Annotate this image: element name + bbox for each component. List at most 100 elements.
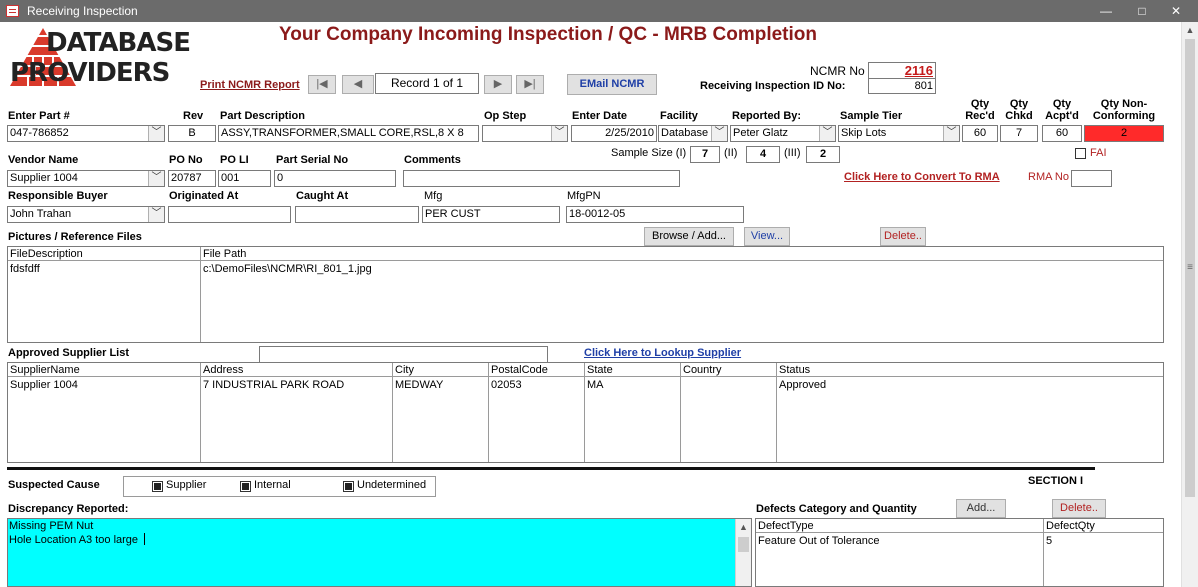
po-label: PO No bbox=[169, 154, 203, 166]
qty-chkd-field[interactable]: 7 bbox=[1000, 125, 1038, 142]
defects-cell-type[interactable]: Feature Out of Tolerance bbox=[756, 534, 1042, 548]
email-ncmr-button[interactable]: EMail NCMR bbox=[567, 74, 657, 95]
supplier-cell-address[interactable]: 7 INDUSTRIAL PARK ROAD bbox=[201, 378, 392, 392]
browse-add-button[interactable]: Browse / Add... bbox=[644, 227, 734, 246]
sample-size-label: Sample Size (I) bbox=[611, 147, 687, 159]
comments-label: Comments bbox=[404, 154, 461, 166]
qty-nonconforming-field[interactable]: 2 bbox=[1084, 125, 1164, 142]
qty-recd-field[interactable]: 60 bbox=[962, 125, 998, 142]
qty-recd-label: Qty Rec'd bbox=[965, 98, 995, 122]
add-defect-button[interactable]: Add... bbox=[956, 499, 1006, 518]
scroll-up-icon[interactable]: ▲ bbox=[736, 519, 751, 535]
vendor-combo[interactable]: Supplier 1004 ﹀ bbox=[7, 170, 165, 187]
form-scrollbar[interactable]: ▲ ≡ bbox=[1181, 22, 1198, 587]
fai-label: FAI bbox=[1090, 147, 1107, 159]
description-field[interactable]: ASSY,TRANSFORMER,SMALL CORE,RSL,8 X 8 bbox=[218, 125, 479, 142]
po-field[interactable]: 20787 bbox=[168, 170, 216, 187]
reported-by-label: Reported By: bbox=[732, 110, 802, 122]
convert-rma-link[interactable]: Click Here to Convert To RMA bbox=[844, 171, 1000, 183]
supplier-cell-city[interactable]: MEDWAY bbox=[393, 378, 488, 392]
files-cell-path[interactable]: c:\DemoFiles\NCMR\RI_801_1.jpg bbox=[201, 262, 1101, 276]
cause-undetermined-label: Undetermined bbox=[357, 479, 427, 491]
serial-label: Part Serial No bbox=[276, 154, 349, 166]
supplier-header-name: SupplierName bbox=[10, 364, 80, 376]
mfgpn-field[interactable]: 18-0012-05 bbox=[566, 206, 744, 223]
vendor-label: Vendor Name bbox=[8, 154, 79, 166]
supplier-cell-postal[interactable]: 02053 bbox=[489, 378, 584, 392]
defects-cell-qty[interactable]: 5 bbox=[1044, 534, 1154, 548]
cause-internal-label: Internal bbox=[254, 479, 291, 491]
lookup-supplier-link[interactable]: Click Here to Lookup Supplier bbox=[584, 347, 741, 359]
discrepancy-textarea[interactable]: Missing PEM Nut Hole Location A3 too lar… bbox=[7, 518, 752, 587]
comments-field[interactable] bbox=[403, 170, 680, 187]
next-record-button[interactable]: ▶ bbox=[484, 75, 512, 94]
discrepancy-scrollbar[interactable]: ▲ bbox=[735, 519, 751, 586]
facility-combo[interactable]: Database ﹀ bbox=[658, 125, 728, 142]
maximize-button[interactable]: □ bbox=[1128, 0, 1156, 22]
print-ncmr-link[interactable]: Print NCMR Report bbox=[200, 79, 300, 91]
supplier-cell-status[interactable]: Approved bbox=[777, 378, 1157, 392]
rev-label: Rev bbox=[183, 110, 204, 122]
cause-internal-checkbox[interactable] bbox=[240, 481, 251, 492]
sample-size-1-field[interactable]: 7 bbox=[690, 146, 720, 163]
defects-grid[interactable]: DefectType DefectQty Feature Out of Tole… bbox=[755, 518, 1164, 587]
sample-size-2-field[interactable]: 4 bbox=[746, 146, 780, 163]
last-record-button[interactable]: ▶| bbox=[516, 75, 544, 94]
scroll-thumb[interactable] bbox=[738, 537, 749, 552]
supplier-cell-name[interactable]: Supplier 1004 bbox=[8, 378, 200, 392]
view-file-button[interactable]: View... bbox=[744, 227, 790, 246]
cause-undetermined-checkbox[interactable] bbox=[343, 481, 354, 492]
originated-field[interactable] bbox=[168, 206, 291, 223]
ri-id-label: Receiving Inspection ID No: bbox=[700, 80, 846, 92]
first-record-button[interactable]: |◀ bbox=[308, 75, 336, 94]
files-cell-description[interactable]: fdsfdff bbox=[8, 262, 200, 276]
date-field[interactable]: 2/25/2010 bbox=[571, 125, 657, 142]
sample-tier-combo[interactable]: Skip Lots ﹀ bbox=[838, 125, 960, 142]
cause-supplier-checkbox[interactable] bbox=[152, 481, 163, 492]
buyer-combo[interactable]: John Trahan ﹀ bbox=[7, 206, 165, 223]
sample-size-3-field[interactable]: 2 bbox=[806, 146, 840, 163]
rev-field[interactable]: B bbox=[168, 125, 216, 142]
ri-id-value: 801 bbox=[868, 78, 936, 94]
defects-header-type: DefectType bbox=[758, 520, 814, 532]
poli-field[interactable]: 001 bbox=[218, 170, 271, 187]
part-combo[interactable]: 047-786852 ﹀ bbox=[7, 125, 165, 142]
scroll-up-icon[interactable]: ▲ bbox=[1182, 22, 1198, 39]
files-grid[interactable]: FileDescription File Path fdsfdff c:\Dem… bbox=[7, 246, 1164, 343]
supplier-header-city: City bbox=[395, 364, 414, 376]
ncmr-no-label: NCMR No bbox=[810, 64, 865, 78]
delete-defect-button[interactable]: Delete.. bbox=[1052, 499, 1106, 518]
prev-record-button[interactable]: ◀ bbox=[342, 75, 374, 94]
discrepancy-line-2: Hole Location A3 too large bbox=[9, 534, 139, 546]
description-label: Part Description bbox=[220, 110, 305, 122]
opstep-combo[interactable]: ﹀ bbox=[482, 125, 568, 142]
page-title: Your Company Incoming Inspection / QC - … bbox=[279, 24, 817, 45]
qty-acptd-field[interactable]: 60 bbox=[1042, 125, 1082, 142]
supplier-grid[interactable]: SupplierName Address City PostalCode Sta… bbox=[7, 362, 1164, 463]
delete-file-button[interactable]: Delete.. bbox=[880, 227, 926, 246]
supplier-cell-state[interactable]: MA bbox=[585, 378, 680, 392]
discrepancy-label: Discrepancy Reported: bbox=[8, 503, 129, 515]
section-divider bbox=[7, 467, 1095, 470]
serial-field[interactable]: 0 bbox=[274, 170, 396, 187]
chevron-down-icon: ﹀ bbox=[148, 171, 164, 186]
supplier-header-address: Address bbox=[203, 364, 244, 376]
pictures-label: Pictures / Reference Files bbox=[8, 231, 142, 243]
minimize-button[interactable]: — bbox=[1092, 0, 1120, 22]
fai-checkbox[interactable] bbox=[1075, 148, 1086, 159]
rma-no-label: RMA No bbox=[1028, 171, 1069, 183]
reported-by-combo[interactable]: Peter Glatz ﹀ bbox=[730, 125, 836, 142]
chevron-down-icon: ﹀ bbox=[148, 126, 164, 141]
caught-field[interactable] bbox=[295, 206, 419, 223]
supplier-header-status: Status bbox=[779, 364, 811, 376]
defects-label: Defects Category and Quantity bbox=[756, 503, 917, 515]
close-button[interactable]: ✕ bbox=[1162, 0, 1190, 22]
logo-line2: PROVIDERS bbox=[10, 58, 170, 88]
sample-size-2-label: (II) bbox=[724, 147, 738, 159]
chevron-down-icon: ﹀ bbox=[148, 207, 164, 222]
rma-no-field[interactable] bbox=[1071, 170, 1112, 187]
chevron-down-icon: ﹀ bbox=[551, 126, 567, 141]
mfg-field[interactable]: PER CUST bbox=[422, 206, 560, 223]
supplier-search-field[interactable] bbox=[259, 346, 548, 363]
defects-header-qty: DefectQty bbox=[1046, 520, 1095, 532]
